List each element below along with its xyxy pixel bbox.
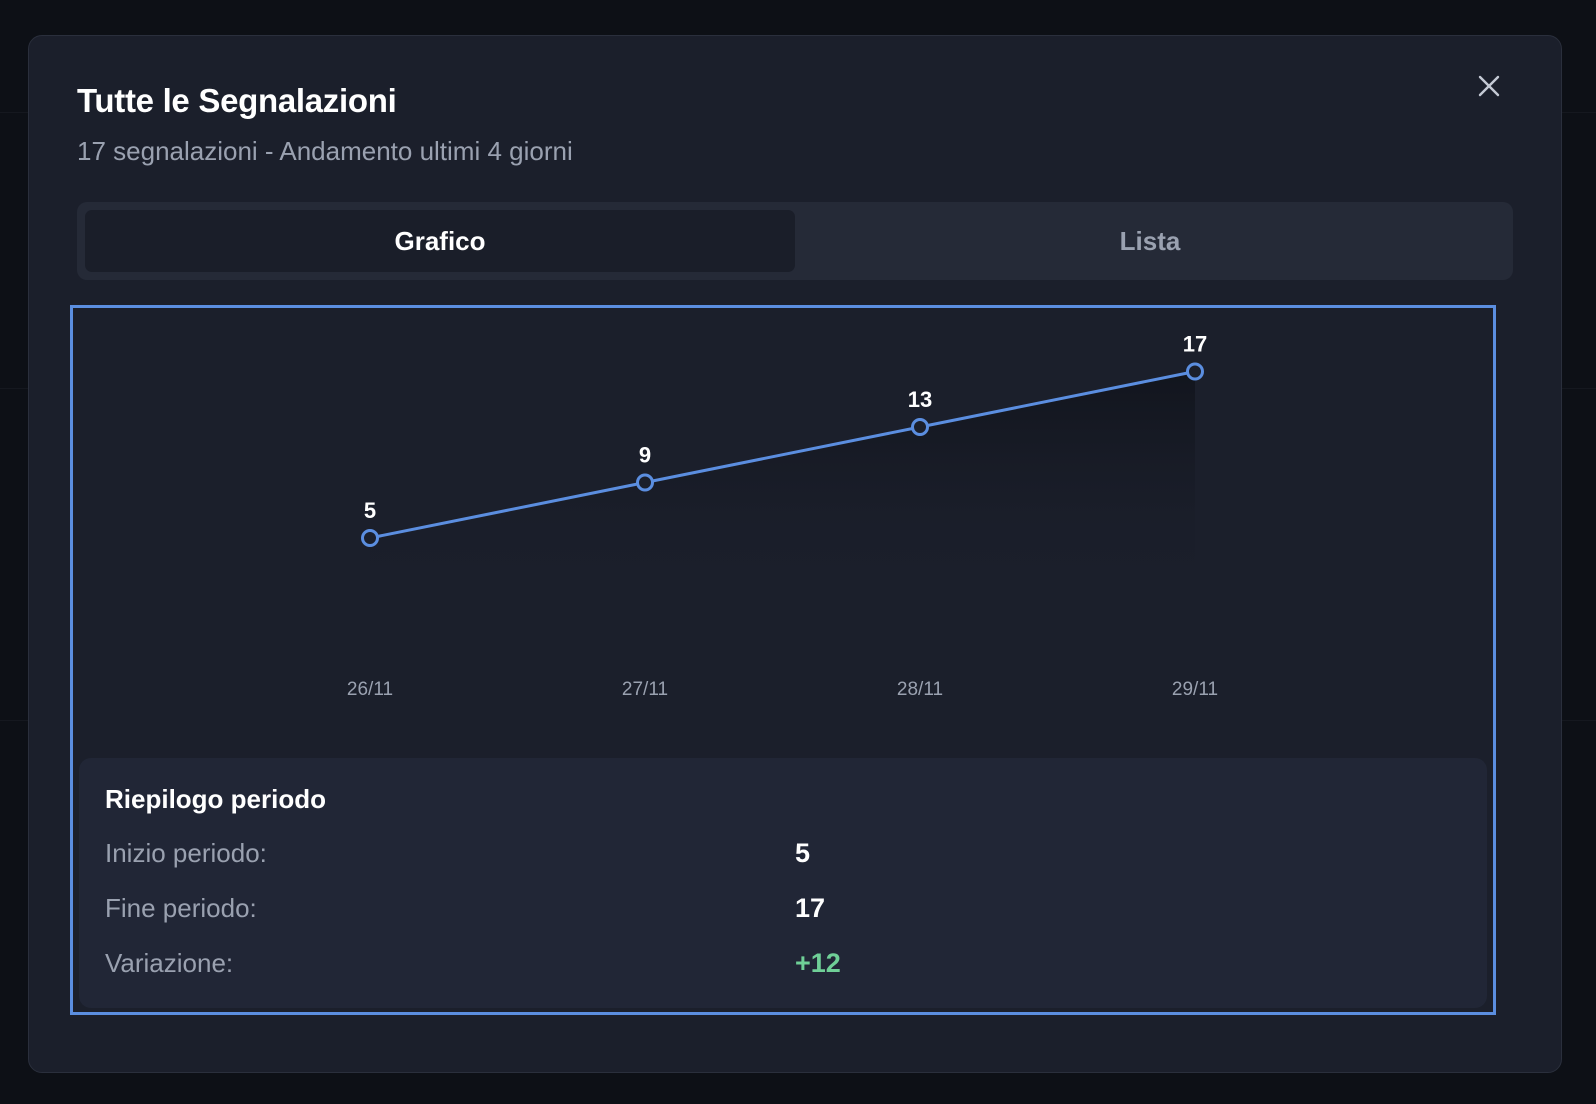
close-button[interactable] [1469, 66, 1509, 106]
tab-grafico[interactable]: Grafico [85, 210, 795, 272]
summary-label: Inizio periodo: [105, 838, 267, 868]
summary-row-variation: Variazione: +12 [105, 948, 1465, 988]
x-tick-label: 28/11 [897, 679, 943, 700]
data-label: 17 [1183, 332, 1207, 357]
chart-panel: 5 26/11 9 27/11 13 28/11 17 29/11 Riepilogo per… [70, 305, 1496, 1015]
summary-label: Variazione: [105, 948, 234, 978]
data-point[interactable] [636, 473, 654, 492]
trend-line-chart: 5 26/11 9 27/11 13 28/11 17 29/11 [347, 332, 1218, 701]
x-tick-label: 27/11 [622, 679, 668, 700]
view-tabs: Grafico Lista [77, 202, 1513, 280]
data-label: 9 [639, 443, 651, 468]
summary-value: 17 [795, 893, 826, 923]
summary-row-start: Inizio periodo: 5 [105, 838, 1465, 878]
x-tick-label: 29/11 [1172, 679, 1218, 700]
data-label: 5 [364, 498, 376, 523]
reports-modal: Tutte le Segnalazioni 17 segnalazioni - … [28, 35, 1562, 1073]
summary-value: 5 [795, 838, 811, 868]
x-tick-label: 26/11 [347, 679, 393, 700]
summary-value: +12 [795, 948, 841, 978]
chart-area-fill [370, 371, 1195, 588]
data-point[interactable] [361, 529, 379, 547]
summary-label: Fine periodo: [105, 893, 257, 923]
summary-title: Riepilogo periodo [105, 784, 326, 814]
modal-subtitle: 17 segnalazioni - Andamento ultimi 4 gio… [77, 136, 573, 166]
close-icon [1478, 75, 1500, 97]
data-label: 13 [908, 387, 932, 412]
modal-title: Tutte le Segnalazioni [77, 82, 397, 119]
period-summary: Riepilogo periodo Inizio periodo: 5 Fine… [79, 758, 1487, 1008]
tab-lista[interactable]: Lista [795, 210, 1505, 272]
data-point[interactable] [911, 418, 929, 436]
data-point[interactable] [1186, 362, 1204, 381]
summary-row-end: Fine periodo: 17 [105, 893, 1465, 933]
